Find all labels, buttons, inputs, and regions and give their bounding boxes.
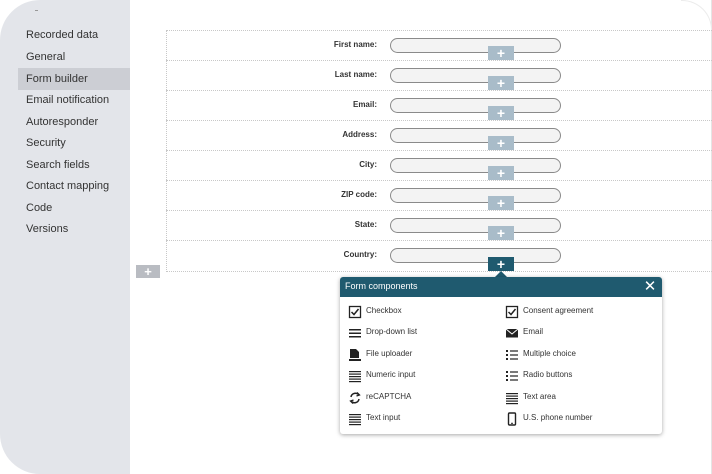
phone-icon — [507, 412, 517, 426]
component-label: Numeric input — [366, 370, 416, 379]
component-label: reCAPTCHA — [366, 392, 412, 401]
email-input[interactable] — [390, 98, 561, 113]
add-field-button-active[interactable]: + — [488, 257, 514, 271]
last-name-input[interactable] — [390, 68, 561, 83]
state-input[interactable] — [390, 218, 561, 233]
field-label: ZIP code: — [341, 190, 377, 199]
text-area-icon — [506, 393, 518, 405]
component-label: Consent agreement — [523, 306, 594, 315]
checkbox-icon — [348, 305, 362, 319]
form-row-city[interactable]: City: + — [166, 150, 712, 180]
component-consent-agreement[interactable]: Consent agreement — [505, 304, 655, 320]
component-label: Checkbox — [366, 306, 402, 315]
dropdown-list-icon — [349, 329, 361, 338]
form-row-email[interactable]: Email: + — [166, 90, 712, 120]
sidebar-item-autoresponder[interactable]: Autoresponder — [18, 111, 130, 133]
form-row-address[interactable]: Address: + — [166, 120, 712, 150]
field-label: State: — [354, 220, 377, 229]
envelope-icon — [505, 328, 519, 338]
field-label: Country: — [343, 250, 377, 259]
plus-icon: + — [496, 165, 506, 181]
component-text-area[interactable]: Text area — [505, 390, 655, 406]
field-label: Email: — [352, 100, 377, 109]
first-name-input[interactable] — [390, 38, 561, 53]
zip-code-input[interactable] — [390, 188, 561, 203]
sidebar: Recorded data General Form builder Email… — [0, 0, 130, 474]
add-field-button[interactable]: + — [488, 46, 514, 60]
component-recaptcha[interactable]: reCAPTCHA — [348, 390, 498, 406]
form-builder-canvas: First name: + Last name: + Email: + Addr… — [166, 30, 712, 272]
checkbox-icon — [505, 305, 519, 319]
add-field-button[interactable]: + — [488, 166, 514, 180]
sidebar-item-security[interactable]: Security — [18, 132, 130, 154]
form-components-popup: Form components ✕ Checkbox Drop-down lis… — [340, 277, 662, 434]
component-label: Email — [523, 327, 544, 336]
form-row-zip-code[interactable]: ZIP code: + — [166, 180, 712, 210]
close-icon[interactable]: ✕ — [643, 278, 657, 296]
component-label: Radio buttons — [523, 370, 573, 379]
popup-header: Form components ✕ — [340, 277, 662, 297]
form-row-state[interactable]: State: + — [166, 210, 712, 240]
component-label: Drop-down list — [366, 327, 418, 336]
component-checkbox[interactable]: Checkbox — [348, 304, 498, 320]
component-label: Text input — [366, 413, 401, 422]
sidebar-item-email-notification[interactable]: Email notification — [18, 89, 130, 111]
plus-icon: + — [496, 225, 506, 241]
add-field-button[interactable]: + — [488, 136, 514, 150]
component-text-input[interactable]: Text input — [348, 411, 498, 427]
form-row-last-name[interactable]: Last name: + — [166, 60, 712, 90]
add-field-button[interactable]: + — [488, 106, 514, 120]
sidebar-top-mark — [35, 10, 38, 11]
component-dropdown-list[interactable]: Drop-down list — [348, 325, 498, 341]
field-label: Last name: — [334, 70, 377, 79]
field-label: City: — [359, 160, 377, 169]
list-icon — [506, 350, 518, 360]
sidebar-item-versions[interactable]: Versions — [18, 218, 130, 240]
add-section-button[interactable]: + — [136, 265, 160, 278]
plus-icon: + — [496, 256, 506, 272]
component-label: File uploader — [366, 349, 413, 358]
sidebar-item-recorded-data[interactable]: Recorded data — [18, 24, 130, 46]
component-label: Text area — [523, 392, 556, 401]
sidebar-item-search-fields[interactable]: Search fields — [18, 154, 130, 176]
field-label: First name: — [333, 40, 377, 49]
popup-title: Form components — [345, 281, 418, 291]
component-file-uploader[interactable]: File uploader — [348, 347, 498, 363]
component-label: U.S. phone number — [523, 413, 593, 422]
sidebar-item-contact-mapping[interactable]: Contact mapping — [18, 175, 130, 197]
add-field-button[interactable]: + — [488, 196, 514, 210]
component-email[interactable]: Email — [505, 325, 655, 341]
address-input[interactable] — [390, 128, 561, 143]
recaptcha-icon — [349, 392, 361, 404]
plus-icon: + — [496, 75, 506, 91]
country-input[interactable] — [390, 248, 561, 263]
component-numeric-input[interactable]: Numeric input — [348, 368, 498, 384]
city-input[interactable] — [390, 158, 561, 173]
plus-icon: + — [496, 135, 506, 151]
plus-icon: + — [496, 105, 506, 121]
sidebar-item-form-builder[interactable]: Form builder — [18, 68, 130, 90]
text-input-icon — [349, 414, 361, 426]
field-label: Address: — [342, 130, 377, 139]
plus-icon: + — [496, 195, 506, 211]
file-upload-icon — [349, 349, 361, 361]
component-label: Multiple choice — [523, 349, 576, 358]
form-row-country[interactable]: Country: + — [166, 240, 712, 272]
numeric-input-icon — [349, 371, 361, 383]
form-row-first-name[interactable]: First name: + — [166, 30, 712, 60]
add-field-button[interactable]: + — [488, 76, 514, 90]
sidebar-item-code[interactable]: Code — [18, 197, 130, 219]
plus-icon: + — [496, 45, 506, 61]
list-icon — [506, 371, 518, 381]
sidebar-item-general[interactable]: General — [18, 46, 130, 68]
component-multiple-choice[interactable]: Multiple choice — [505, 347, 655, 363]
component-us-phone-number[interactable]: U.S. phone number — [505, 411, 655, 427]
add-field-button[interactable]: + — [488, 226, 514, 240]
plus-icon: + — [144, 264, 152, 279]
component-radio-buttons[interactable]: Radio buttons — [505, 368, 655, 384]
